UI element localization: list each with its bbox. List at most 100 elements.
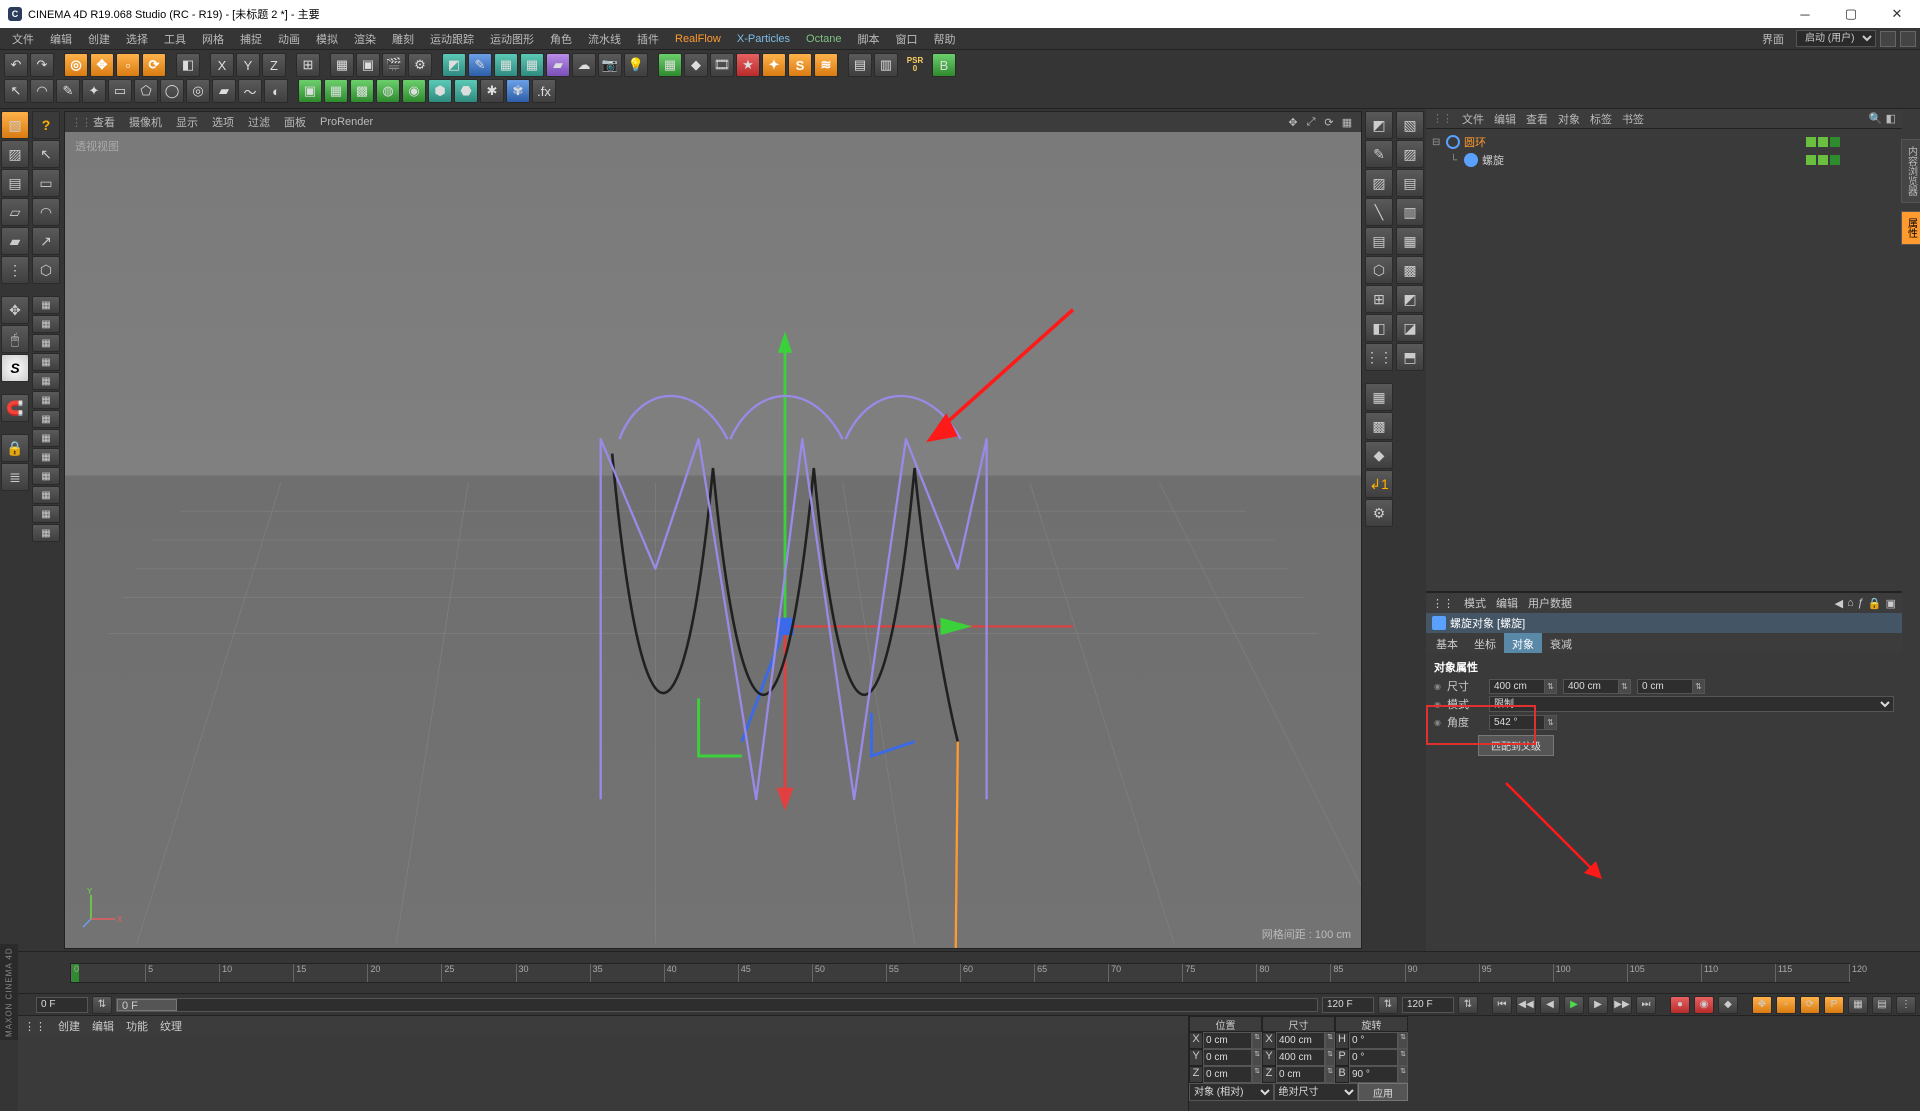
size-z-input[interactable] xyxy=(1637,679,1693,694)
tr2-loop[interactable]: ◯ xyxy=(160,79,184,103)
size-x-input[interactable] xyxy=(1489,679,1545,694)
record-button[interactable]: ● xyxy=(1670,996,1690,1014)
mouse-button[interactable]: 🖱 xyxy=(1,325,29,353)
scale-button[interactable]: ▫ xyxy=(116,53,140,77)
object-tree[interactable]: ⊟ 圆环 └ 螺旋 xyxy=(1426,129,1902,591)
tree-label[interactable]: 圆环 xyxy=(1464,134,1802,150)
attr-menu-mode[interactable]: 模式 xyxy=(1464,595,1486,611)
magnet-button[interactable]: 🧲 xyxy=(1,394,29,422)
rt-a2[interactable]: ✎ xyxy=(1365,140,1393,168)
edge-mode-button[interactable]: ▱ xyxy=(1,198,29,226)
menu-xparticles[interactable]: X-Particles xyxy=(729,31,798,47)
next-key-button[interactable]: ▶▶ xyxy=(1612,996,1632,1014)
lt-grid6[interactable]: ▦ xyxy=(32,391,60,409)
lt-arrow[interactable]: ↗ xyxy=(32,227,60,255)
texture-mode-button[interactable]: ▨ xyxy=(1,140,29,168)
tag-sim-button[interactable]: ▤ xyxy=(848,53,872,77)
deformer-button[interactable]: ▰ xyxy=(546,53,570,77)
layout-btn-a[interactable] xyxy=(1880,31,1896,47)
vp-nav-zoom[interactable]: ⤢ xyxy=(1303,114,1319,130)
edge-tab-1[interactable]: 内容浏览器 xyxy=(1901,139,1920,203)
render-view-button[interactable]: ▦ xyxy=(330,53,354,77)
spinner[interactable]: ⇅ xyxy=(1398,1049,1408,1066)
spinner[interactable]: ⇅ xyxy=(1252,1049,1262,1066)
rt-a14[interactable]: ⚙ xyxy=(1365,499,1393,527)
rt-b1[interactable]: ▧ xyxy=(1396,111,1424,139)
tr2-wand[interactable]: ✦ xyxy=(82,79,106,103)
goto-start-button[interactable]: ⏮ xyxy=(1492,996,1512,1014)
om-menu-edit[interactable]: 编辑 xyxy=(1494,111,1516,127)
frame-end2-spin[interactable]: ⇅ xyxy=(1458,996,1478,1014)
attr-nav-lock[interactable]: 🔒 xyxy=(1868,597,1882,610)
tr2-lasso[interactable]: ◠ xyxy=(30,79,54,103)
menu-realflow[interactable]: RealFlow xyxy=(667,31,729,47)
vp-nav-pan[interactable]: ✥ xyxy=(1285,114,1301,130)
film-button[interactable]: 🎞 xyxy=(710,53,734,77)
vp-menu-options[interactable]: 选项 xyxy=(212,114,234,130)
model-mode-button[interactable]: ▧ xyxy=(1,111,29,139)
spinner[interactable]: ⇅ xyxy=(1398,1032,1408,1049)
lt-grid12[interactable]: ▦ xyxy=(32,505,60,523)
om-menu-tags[interactable]: 标签 xyxy=(1590,111,1612,127)
frame-start-spin[interactable]: ⇅ xyxy=(92,996,112,1014)
close-button[interactable]: ✕ xyxy=(1874,0,1920,28)
poly-mode-button[interactable]: ▰ xyxy=(1,227,29,255)
tr2-fill[interactable]: ▰ xyxy=(212,79,236,103)
key-rot-button[interactable]: ⟳ xyxy=(1800,996,1820,1014)
size-input[interactable] xyxy=(1276,1066,1325,1083)
rt-a9[interactable]: ⋮⋮ xyxy=(1365,343,1393,371)
tr2-prim2[interactable]: ▦ xyxy=(324,79,348,103)
menu-render[interactable]: 渲染 xyxy=(346,29,384,49)
rot-input[interactable] xyxy=(1349,1032,1398,1049)
mat-menu-edit[interactable]: 编辑 xyxy=(92,1018,114,1034)
mat-menu-tex[interactable]: 纹理 xyxy=(160,1018,182,1034)
menu-track[interactable]: 运动跟踪 xyxy=(422,29,482,49)
coord-apply-button[interactable]: 应用 xyxy=(1358,1083,1408,1101)
tr2-ring[interactable]: ◎ xyxy=(186,79,210,103)
tr2-poly[interactable]: ⬠ xyxy=(134,79,158,103)
attr-tab-coord[interactable]: 坐标 xyxy=(1466,633,1504,653)
coord-mode-select[interactable]: 对象 (相对) xyxy=(1189,1083,1274,1101)
attr-tab-object[interactable]: 对象 xyxy=(1504,633,1542,653)
minimize-button[interactable]: ─ xyxy=(1782,0,1828,28)
vp-nav-layout[interactable]: ▦ xyxy=(1339,114,1355,130)
size-y-input[interactable] xyxy=(1563,679,1619,694)
lt-grid4[interactable]: ▦ xyxy=(32,353,60,371)
pos-input[interactable] xyxy=(1203,1066,1252,1083)
autokey-button[interactable]: ◉ xyxy=(1694,996,1714,1014)
menu-snap[interactable]: 捕捉 xyxy=(232,29,270,49)
rt-b7[interactable]: ◩ xyxy=(1396,285,1424,313)
rt-a5[interactable]: ▤ xyxy=(1365,227,1393,255)
rotate-button[interactable]: ⟳ xyxy=(142,53,166,77)
menu-sculpt[interactable]: 雕刻 xyxy=(384,29,422,49)
rt-a6[interactable]: ⬡ xyxy=(1365,256,1393,284)
rt-a12[interactable]: ◆ xyxy=(1365,441,1393,469)
rt-a11[interactable]: ▩ xyxy=(1365,412,1393,440)
mograph-button[interactable]: ▦ xyxy=(658,53,682,77)
frame-end-spin[interactable]: ⇅ xyxy=(1378,996,1398,1014)
rt-b8[interactable]: ◪ xyxy=(1396,314,1424,342)
size-input[interactable] xyxy=(1276,1049,1325,1066)
keyframe-sel-button[interactable]: ◆ xyxy=(1718,996,1738,1014)
timeline-ruler[interactable]: 0510152025303540455055606570758085909510… xyxy=(70,963,1850,983)
rt-a4[interactable]: ╲ xyxy=(1365,198,1393,226)
psr-button[interactable]: PSR0 xyxy=(900,57,930,73)
om-menu-objects[interactable]: 对象 xyxy=(1558,111,1580,127)
tr2-box[interactable]: ▭ xyxy=(108,79,132,103)
point-mode-button[interactable]: ⋮ xyxy=(1,256,29,284)
lt-grid5[interactable]: ▦ xyxy=(32,372,60,390)
tree-flags[interactable] xyxy=(1806,155,1840,165)
spline-pen-button[interactable]: ✎ xyxy=(468,53,492,77)
lock-z-button[interactable]: Z xyxy=(262,53,286,77)
rt-a13[interactable]: ↲1 xyxy=(1365,470,1393,498)
lt-grid2[interactable]: ▦ xyxy=(32,315,60,333)
lt-grid7[interactable]: ▦ xyxy=(32,410,60,428)
tr2-brush[interactable]: ✎ xyxy=(56,79,80,103)
prev-key-button[interactable]: ◀◀ xyxy=(1516,996,1536,1014)
menu-help[interactable]: 帮助 xyxy=(926,29,964,49)
camera-button[interactable]: 📷 xyxy=(598,53,622,77)
pos-input[interactable] xyxy=(1203,1049,1252,1066)
light-button[interactable]: 💡 xyxy=(624,53,648,77)
tree-toggle[interactable]: ⊟ xyxy=(1432,137,1442,148)
rot-input[interactable] xyxy=(1349,1066,1398,1083)
